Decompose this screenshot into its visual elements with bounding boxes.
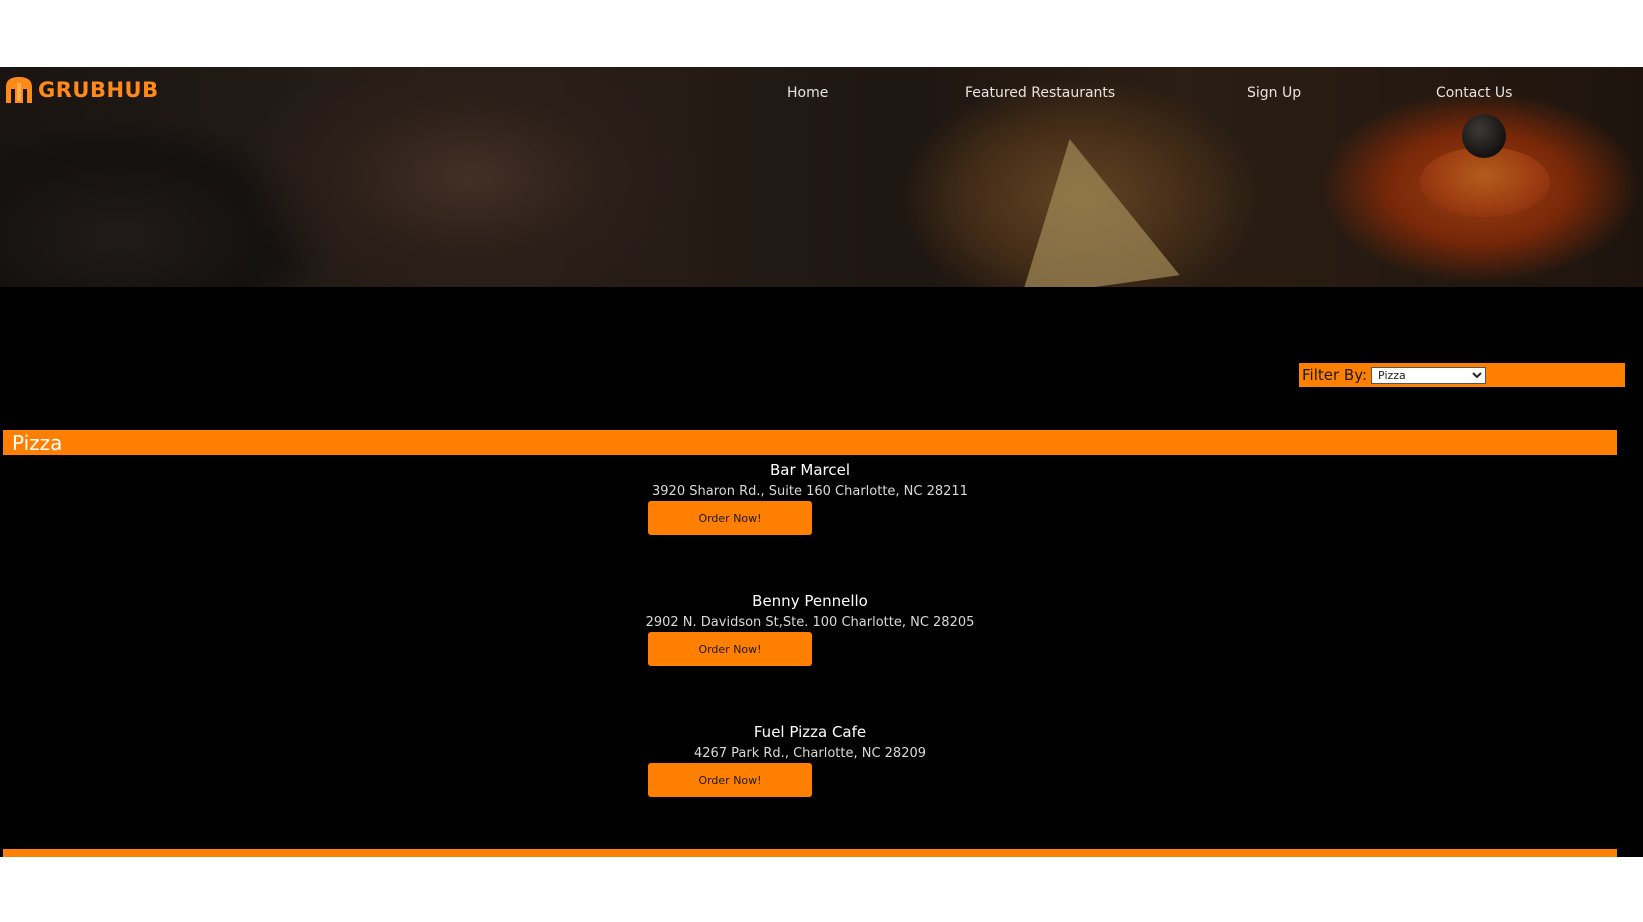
order-now-button[interactable]: Order Now!	[648, 501, 812, 535]
restaurant-address: 2902 N. Davidson St,Ste. 100 Charlotte, …	[645, 615, 975, 630]
category-title: Pizza	[12, 431, 63, 455]
filter-bar: Filter By: Pizza	[1299, 363, 1625, 387]
restaurant-name: Benny Pennello	[752, 592, 868, 610]
nav-featured-restaurants[interactable]: Featured Restaurants	[965, 85, 1115, 101]
filter-label: Filter By:	[1302, 366, 1368, 384]
grubhub-logo-icon	[6, 77, 32, 103]
order-now-button[interactable]: Order Now!	[648, 763, 812, 797]
nav-home[interactable]: Home	[787, 85, 828, 101]
restaurant-name: Fuel Pizza Cafe	[753, 723, 867, 741]
hero-banner: GRUBHUB Home Featured Restaurants Sign U…	[0, 67, 1643, 287]
restaurant-address: 3920 Sharon Rd., Suite 160 Charlotte, NC…	[652, 484, 968, 499]
nav-contact-us[interactable]: Contact Us	[1436, 85, 1512, 101]
brand-name: GRUBHUB	[38, 78, 159, 102]
restaurant-name: Bar Marcel	[769, 461, 851, 479]
next-category-header	[3, 849, 1617, 857]
nav-sign-up[interactable]: Sign Up	[1247, 85, 1301, 101]
page-body: GRUBHUB Home Featured Restaurants Sign U…	[0, 67, 1643, 857]
order-now-button[interactable]: Order Now!	[648, 632, 812, 666]
filter-select[interactable]: Pizza	[1371, 366, 1487, 384]
brand-logo[interactable]: GRUBHUB	[2, 73, 159, 107]
restaurant-address: 4267 Park Rd., Charlotte, NC 28209	[693, 746, 927, 761]
category-header: Pizza	[3, 430, 1617, 455]
